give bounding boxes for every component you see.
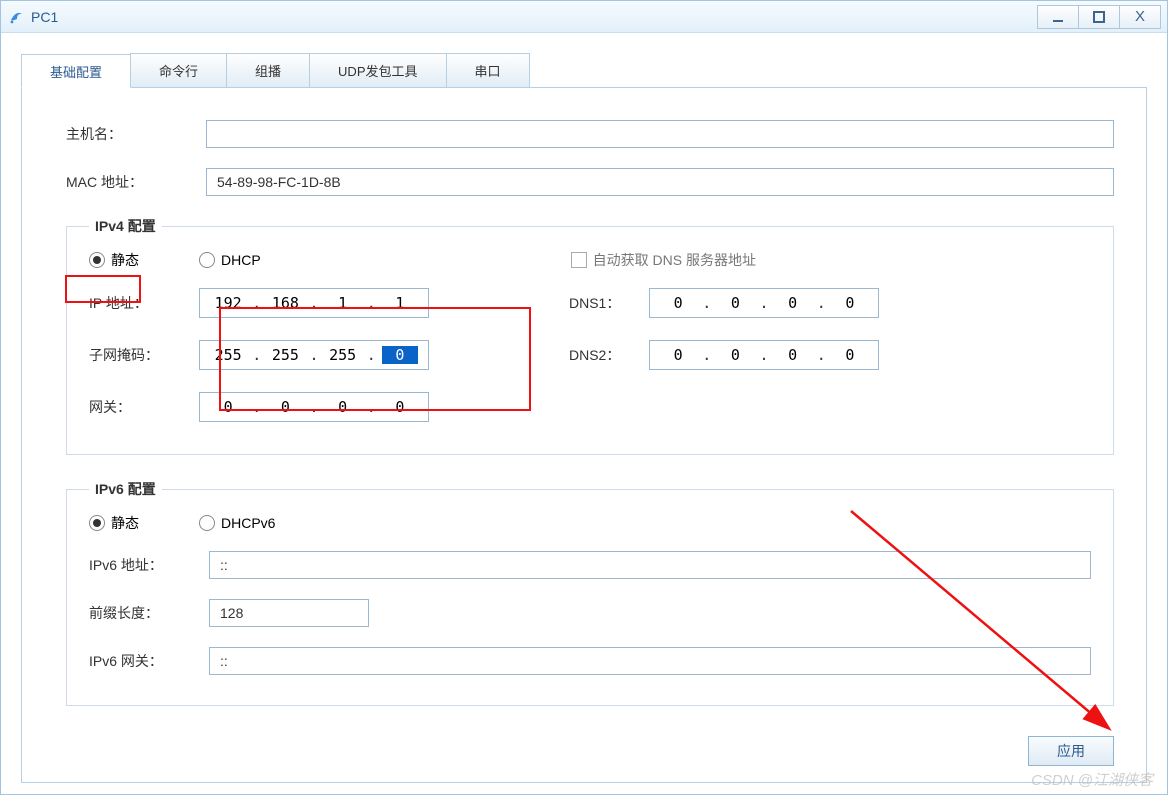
ipv6-legend: IPv6 配置 bbox=[89, 479, 162, 499]
dns1-label: DNS1： bbox=[569, 293, 649, 313]
content-area: 基础配置 命令行 组播 UDP发包工具 串口 主机名： MAC 地址： IPv4… bbox=[1, 33, 1167, 793]
auto-dns-checkbox[interactable]: 自动获取 DNS 服务器地址 bbox=[571, 250, 756, 270]
tab-panel: 主机名： MAC 地址： IPv4 配置 静态 DHCP bbox=[21, 88, 1147, 783]
window-title: PC1 bbox=[31, 9, 1038, 25]
ipv6-group: IPv6 配置 静态 DHCPv6 IPv6 地址： 前缀长 bbox=[66, 479, 1114, 706]
dns2-input[interactable]: 0. 0. 0. 0 bbox=[649, 340, 879, 370]
ipv6-address-input[interactable] bbox=[209, 551, 1091, 579]
radio-icon bbox=[199, 515, 215, 531]
checkbox-icon bbox=[571, 252, 587, 268]
dns2-label: DNS2： bbox=[569, 345, 649, 365]
ipv6-static-radio[interactable]: 静态 bbox=[89, 513, 139, 533]
app-window: PC1 X 基础配置 命令行 组播 UDP发包工具 串口 主机名： MAC bbox=[0, 0, 1168, 795]
apply-button[interactable]: 应用 bbox=[1028, 736, 1114, 766]
close-button[interactable]: X bbox=[1119, 5, 1161, 29]
app-icon bbox=[7, 8, 25, 26]
ip-address-input[interactable]: 192. 168. 1. 1 bbox=[199, 288, 429, 318]
ipv6-prefix-input[interactable] bbox=[209, 599, 369, 627]
ipv4-dhcp-label: DHCP bbox=[221, 252, 261, 268]
ipv6-address-label: IPv6 地址： bbox=[89, 555, 209, 575]
ipv6-static-label: 静态 bbox=[111, 513, 139, 533]
ipv4-dhcp-radio[interactable]: DHCP bbox=[199, 252, 261, 268]
hostname-input[interactable] bbox=[206, 120, 1114, 148]
auto-dns-label: 自动获取 DNS 服务器地址 bbox=[593, 250, 756, 270]
selected-octet: 0 bbox=[382, 346, 418, 364]
ipv6-prefix-label: 前缀长度： bbox=[89, 603, 209, 623]
maximize-button[interactable] bbox=[1078, 5, 1120, 29]
gateway-input[interactable]: 0. 0. 0. 0 bbox=[199, 392, 429, 422]
ipv4-legend: IPv4 配置 bbox=[89, 216, 162, 236]
hostname-label: 主机名： bbox=[66, 124, 206, 144]
tab-cli[interactable]: 命令行 bbox=[130, 53, 227, 87]
tab-serial[interactable]: 串口 bbox=[446, 53, 530, 87]
window-controls: X bbox=[1038, 5, 1161, 29]
radio-icon bbox=[89, 252, 105, 268]
title-bar: PC1 X bbox=[1, 1, 1167, 33]
mac-input[interactable] bbox=[206, 168, 1114, 196]
minimize-button[interactable] bbox=[1037, 5, 1079, 29]
ipv6-dhcp-label: DHCPv6 bbox=[221, 515, 275, 531]
radio-icon bbox=[89, 515, 105, 531]
tab-udp-tool[interactable]: UDP发包工具 bbox=[309, 53, 446, 87]
ipv4-group: IPv4 配置 静态 DHCP 自动获取 DNS 服务器地址 bbox=[66, 216, 1114, 455]
ipv4-static-radio[interactable]: 静态 bbox=[89, 250, 139, 270]
ipv6-gateway-input[interactable] bbox=[209, 647, 1091, 675]
dns1-input[interactable]: 0. 0. 0. 0 bbox=[649, 288, 879, 318]
subnet-mask-label: 子网掩码： bbox=[89, 345, 199, 365]
tab-bar: 基础配置 命令行 组播 UDP发包工具 串口 bbox=[21, 53, 1147, 88]
tab-multicast[interactable]: 组播 bbox=[226, 53, 310, 87]
subnet-mask-input[interactable]: 255. 255. 255. 0 bbox=[199, 340, 429, 370]
ipv4-static-label: 静态 bbox=[111, 250, 139, 270]
radio-icon bbox=[199, 252, 215, 268]
ipv6-gateway-label: IPv6 网关： bbox=[89, 651, 209, 671]
ip-address-label: IP 地址： bbox=[89, 293, 199, 313]
ipv6-dhcp-radio[interactable]: DHCPv6 bbox=[199, 515, 275, 531]
gateway-label: 网关： bbox=[89, 397, 199, 417]
mac-label: MAC 地址： bbox=[66, 172, 206, 192]
tab-basic-config[interactable]: 基础配置 bbox=[21, 54, 131, 88]
